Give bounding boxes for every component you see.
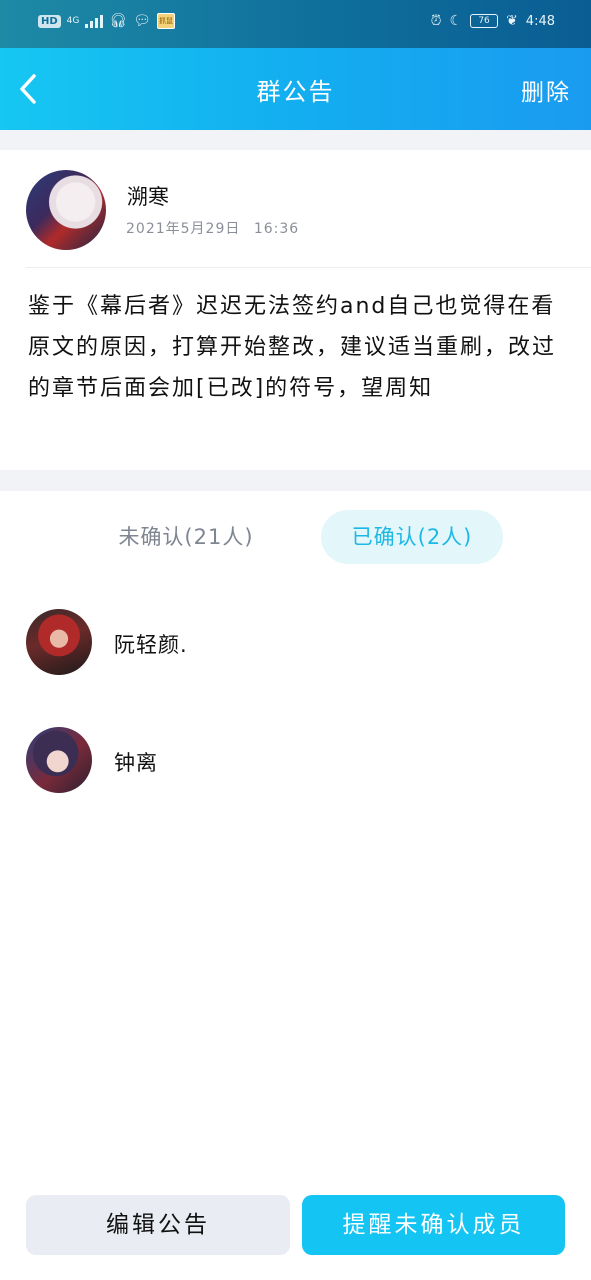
alarm-icon: ⏰︎ — [430, 13, 442, 29]
member-name: 钟离 — [114, 751, 158, 775]
post-time: 16:36 — [253, 221, 300, 237]
app-notification-icon: 抓鼠 — [156, 13, 175, 29]
clock: 4:48 — [525, 13, 555, 29]
remind-unconfirmed-button[interactable]: 提醒未确认成员 — [302, 1195, 565, 1255]
member-name: 阮轻颜. — [114, 633, 188, 657]
headphones-icon: 🎧︎ — [109, 13, 128, 29]
network-type: 4G — [66, 15, 80, 26]
post-timestamp: 2021年5月29日 16:36 — [126, 218, 299, 238]
battery-icon: 76 — [470, 14, 499, 28]
page-title: 群公告 — [256, 78, 335, 106]
hd-icon: HD — [38, 14, 61, 28]
list-item[interactable]: 阮轻颜. — [26, 609, 566, 677]
confirmation-panel: 未确认(21人) 已确认(2人) 阮轻颜. 钟离 — [0, 491, 591, 1280]
signal-icon — [85, 14, 104, 28]
app-header: 群公告 删除 — [0, 48, 591, 130]
tab-unconfirmed[interactable]: 未确认(21人) — [86, 510, 286, 564]
status-bar: HD 4G 🎧︎ 💬︎ 抓鼠 ⏰︎ ☾ 76 ❦ 4:48 — [0, 0, 591, 48]
avatar — [26, 609, 92, 675]
author-avatar[interactable] — [26, 170, 106, 250]
leaf-icon: ❦ — [506, 13, 518, 29]
wechat-icon: 💬︎ — [133, 13, 151, 29]
notice-card: 溯寒 2021年5月29日 16:36 鉴于《幕后者》迟迟无法签约and自己也觉… — [0, 150, 591, 470]
post-date: 2021年5月29日 — [126, 221, 241, 237]
avatar — [26, 727, 92, 793]
notice-content: 鉴于《幕后者》迟迟无法签约and自己也觉得在看原文的原因，打算开始整改，建议适当… — [28, 294, 557, 401]
list-item[interactable]: 钟离 — [26, 727, 566, 795]
status-right: ⏰︎ ☾ 76 ❦ 4:48 — [431, 13, 555, 29]
author-name: 溯寒 — [127, 185, 169, 209]
tab-confirmed[interactable]: 已确认(2人) — [321, 510, 503, 564]
edit-notice-button[interactable]: 编辑公告 — [26, 1195, 290, 1255]
delete-button[interactable]: 删除 — [521, 73, 571, 107]
moon-icon: ☾ — [449, 13, 463, 29]
status-left: HD 4G 🎧︎ 💬︎ 抓鼠 — [38, 13, 175, 29]
divider — [26, 267, 591, 268]
